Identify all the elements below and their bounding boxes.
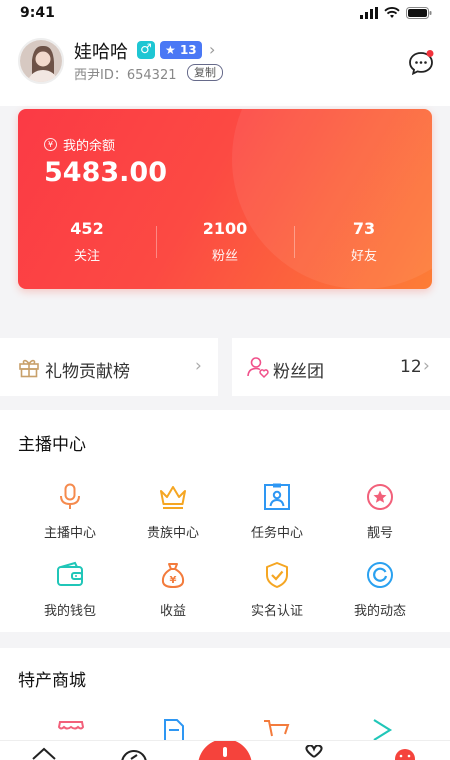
avatar[interactable] [18,38,64,84]
stat-friends-label: 好友 [350,249,377,264]
level-value: 13 [179,43,197,57]
fan-club-card[interactable]: 粉丝团 12 › [232,338,450,396]
balance-label: 我的余额 [63,139,116,154]
stat-fans-label: 粉丝 [211,249,238,264]
fan-club-count: 12 [400,357,422,377]
signal-icon [360,7,378,19]
stat-fans[interactable]: 2100 粉丝 [165,219,285,264]
grid-label: 贵族中心 [146,526,199,541]
mall-title: 特产商城 [18,671,86,691]
shield-check-icon [266,562,288,588]
stat-divider [294,226,295,258]
gift-ranking-card[interactable]: 礼物贡献榜 › [0,338,218,396]
grid-label: 我的动态 [353,604,406,619]
nickname: 娃哈哈 [74,42,128,63]
battery-icon [406,7,432,19]
crown-icon [160,486,186,509]
grid-label: 任务中心 [250,526,303,541]
task-icon [264,483,290,510]
svg-text:¥: ¥ [170,575,177,586]
grid-earnings[interactable]: ¥ 收益 [117,560,229,619]
profile-header: 娃哈哈 ♂ ★ 13 › 西尹ID：654321 复制 [0,26,450,106]
grid-my-moments[interactable]: 我的动态 [324,560,436,619]
unread-dot [426,50,434,57]
stat-following-value: 452 [70,219,104,238]
gift-icon [19,359,39,378]
fan-club-label: 粉丝团 [273,362,324,382]
gift-ranking-label: 礼物贡献榜 [45,362,130,382]
gender-badge: ♂ [137,41,155,59]
user-id-value: 654321 [126,68,177,83]
stat-following[interactable]: 452 关注 [27,219,147,264]
stat-friends[interactable]: 73 好友 [304,219,424,264]
stat-fans-value: 2100 [202,219,248,238]
copy-id-button[interactable]: 复制 [187,64,223,81]
message-button[interactable] [407,49,435,77]
balance-amount: 5483.00 [44,157,167,188]
grid-noble-center[interactable]: 贵族中心 [117,482,229,541]
grid-my-wallet[interactable]: 我的钱包 [14,560,126,619]
grid-label: 收益 [159,604,186,619]
yuan-icon: ¥ [44,138,57,151]
heart-tab-icon[interactable] [300,745,328,760]
anchor-center-title: 主播中心 [18,435,86,455]
stat-divider [156,226,157,258]
star-badge-icon [367,484,393,510]
grid-real-name-auth[interactable]: 实名认证 [221,560,333,619]
bottom-tab-bar [0,740,450,760]
grid-anchor-center[interactable]: 主播中心 [14,482,126,541]
gift-chevron-icon: › [195,356,202,376]
grid-label: 实名认证 [250,604,303,619]
star-icon: ★ [165,43,180,57]
status-time: 9:41 [20,5,55,21]
me-tab-icon[interactable] [391,745,419,760]
anchor-center-section: 主播中心 主播中心 贵族中心 任务中心 靓号 我的钱包 ¥ 收益 实名认证 我的… [0,410,450,632]
grid-label: 我的钱包 [43,604,96,619]
fan-club-chevron-icon: › [423,356,430,376]
wifi-icon [384,7,400,18]
user-id: 西尹ID：654321 [74,64,177,83]
level-badge: ★ 13 [160,41,202,59]
grid-task-center[interactable]: 任务中心 [221,482,333,541]
money-bag-icon: ¥ [161,563,185,589]
status-icons [360,7,432,19]
discover-tab-icon[interactable] [120,745,148,760]
grid-label: 主播中心 [43,526,96,541]
fan-club-icon [247,357,269,379]
microphone-icon [60,483,80,509]
wallet-icon [57,561,83,586]
moments-icon [367,562,393,588]
chat-bubble-icon [409,50,434,76]
live-icon [223,747,227,757]
grid-pretty-number[interactable]: 靓号 [324,482,436,541]
user-id-label: 西尹ID： [74,68,127,83]
live-tab-button[interactable] [198,741,252,760]
grid-label: 靓号 [366,526,393,541]
status-bar: 9:41 [0,0,450,26]
stat-friends-value: 73 [352,219,376,238]
stat-following-label: 关注 [73,249,100,264]
balance-card[interactable]: ¥ 我的余额 5483.00 452 关注 2100 粉丝 73 好友 [18,109,432,289]
home-tab-icon[interactable] [30,745,58,760]
profile-chevron-icon[interactable]: › [209,40,215,59]
